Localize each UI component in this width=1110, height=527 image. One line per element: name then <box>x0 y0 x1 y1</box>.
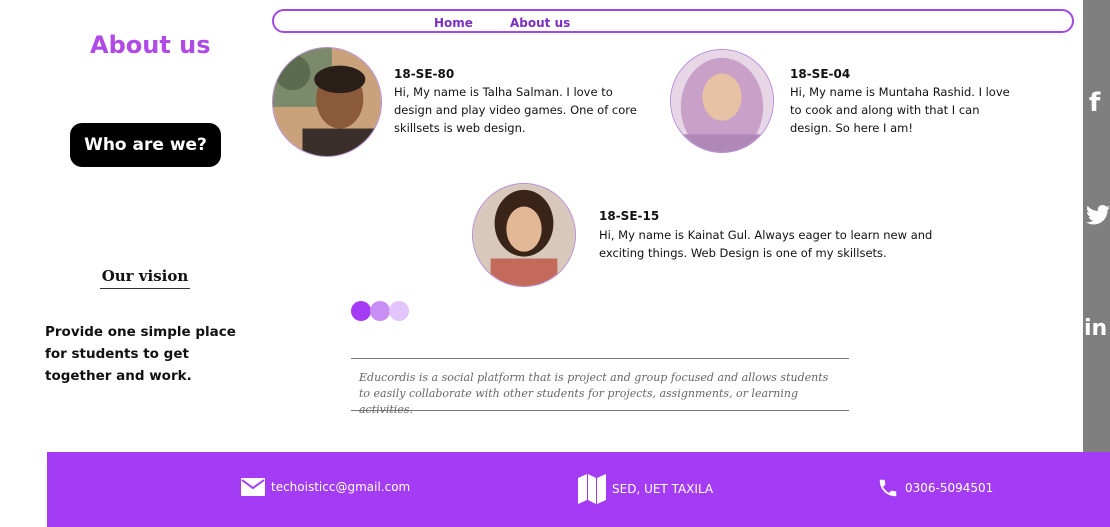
footer-email-text: techoisticc@gmail.com <box>271 480 411 494</box>
quote-text: Educordis is a social platform that is p… <box>359 371 829 416</box>
phone-icon <box>879 479 897 497</box>
page-title: About us <box>90 31 211 59</box>
footer: techoisticc@gmail.com SED, UET TAXILA 03… <box>47 452 1110 527</box>
nav-about-link[interactable]: About us <box>510 16 570 30</box>
vision-heading: Our vision <box>100 267 190 289</box>
profile-description: Hi, My name is Talha Salman. I love to d… <box>394 85 637 135</box>
footer-location-text: SED, UET TAXILA <box>612 482 714 496</box>
mail-icon <box>241 478 265 496</box>
footer-email[interactable]: techoisticc@gmail.com <box>241 478 410 496</box>
footer-location: SED, UET TAXILA <box>578 474 713 504</box>
profile-id: 18-SE-15 <box>599 209 660 223</box>
linkedin-icon[interactable]: in <box>1084 316 1107 341</box>
footer-phone-text: 0306-5094501 <box>905 481 994 495</box>
vision-text: Provide one simple place for students to… <box>45 324 236 384</box>
twitter-icon[interactable] <box>1086 204 1110 230</box>
top-nav: Home About us <box>272 9 1074 33</box>
carousel-dot[interactable] <box>370 301 390 321</box>
profile-avatar <box>670 49 774 153</box>
quote-block: Educordis is a social platform that is p… <box>351 358 849 416</box>
map-icon <box>578 474 606 504</box>
carousel-dot[interactable] <box>351 301 371 321</box>
profile-avatar <box>272 47 382 157</box>
who-are-we-button[interactable]: Who are we? <box>70 123 221 167</box>
carousel-dot[interactable] <box>389 301 409 321</box>
profile-id: 18-SE-04 <box>790 67 851 81</box>
social-sidebar: f in <box>1083 0 1110 452</box>
nav-home-link[interactable]: Home <box>434 16 473 30</box>
facebook-icon[interactable]: f <box>1089 88 1100 118</box>
footer-phone[interactable]: 0306-5094501 <box>877 476 993 500</box>
profile-description: Hi, My name is Muntaha Rashid. I love to… <box>790 85 1010 135</box>
profile-avatar <box>472 183 576 287</box>
profile-description: Hi, My name is Kainat Gul. Always eager … <box>599 228 933 260</box>
profile-id: 18-SE-80 <box>394 67 455 81</box>
